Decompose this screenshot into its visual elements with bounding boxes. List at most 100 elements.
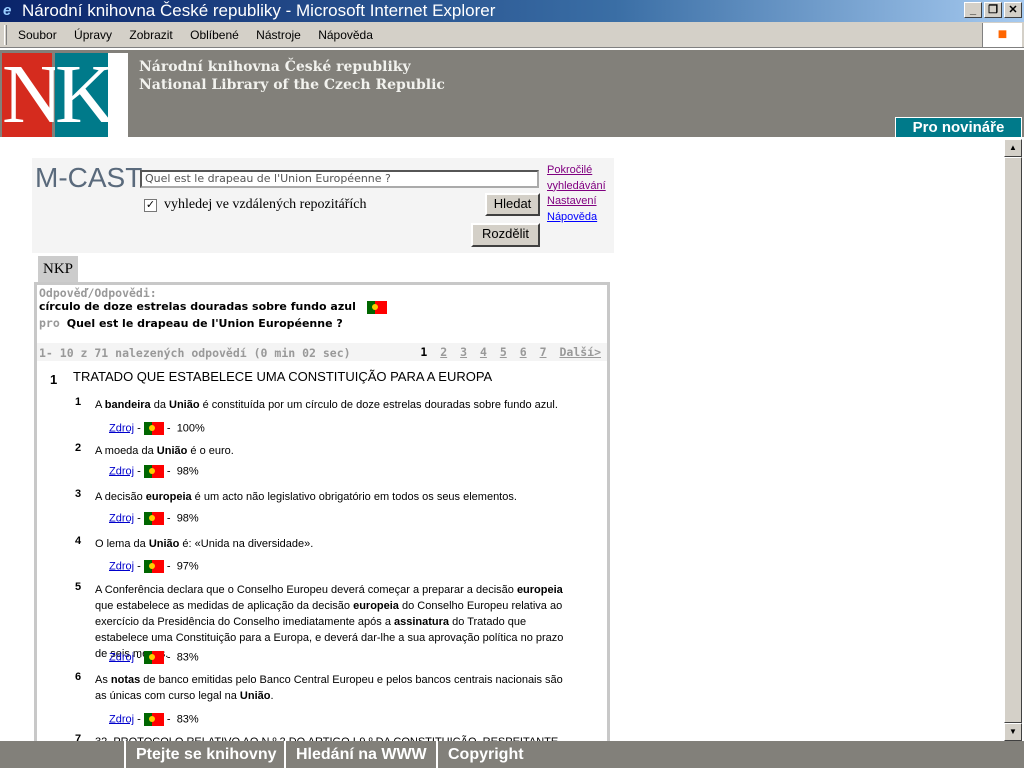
text-segment: A Conferência declara que o Conselho Eur… xyxy=(95,584,517,596)
source-link[interactable]: Zdroj xyxy=(109,465,134,477)
highlighted-term: assinatura xyxy=(394,616,450,628)
portugal-flag-icon xyxy=(143,713,164,726)
menu-nastroje[interactable]: Nástroje xyxy=(256,28,301,42)
text-segment: A moeda da xyxy=(95,445,157,457)
minimize-button[interactable]: _ xyxy=(964,2,982,18)
logo-k[interactable]: K xyxy=(55,53,116,137)
highlighted-term: União xyxy=(169,399,200,411)
source-line: Zdroj - - 83% xyxy=(109,651,199,664)
portugal-flag-icon xyxy=(143,465,164,478)
menu-zobrazit[interactable]: Zobrazit xyxy=(129,28,172,42)
match-score: 83% xyxy=(176,713,199,726)
result-item: 5 A Conferência declara que o Conselho Eu… xyxy=(75,581,565,662)
page-link[interactable]: 4 xyxy=(480,345,487,359)
doc-title: TRATADO QUE ESTABELECE UMA CONSTITUIÇÃO … xyxy=(73,369,493,384)
menu-napoveda[interactable]: Nápověda xyxy=(318,28,373,42)
highlighted-term: União xyxy=(148,538,180,550)
match-score: 98% xyxy=(176,465,199,478)
scroll-thumb[interactable] xyxy=(1004,157,1022,723)
search-button[interactable]: Hledat xyxy=(485,193,540,216)
highlighted-term: europeia xyxy=(145,491,192,503)
menu-upravy[interactable]: Úpravy xyxy=(74,28,112,42)
text-segment: é: «Unida na diversidade». xyxy=(179,538,314,550)
portugal-flag-icon xyxy=(367,300,388,314)
answer-label: Odpověď/Odpovědi: xyxy=(39,286,157,300)
source-link[interactable]: Zdroj xyxy=(109,713,134,725)
item-number: 1 xyxy=(75,396,82,408)
text-segment: As xyxy=(95,674,111,686)
help-link[interactable]: Nápověda xyxy=(547,210,614,226)
highlighted-term: bandeira xyxy=(104,399,151,411)
highlighted-term: União xyxy=(156,445,188,457)
site-header: N K Národní knihovna České republiky Nat… xyxy=(0,50,1024,137)
highlighted-term: União xyxy=(239,690,271,702)
web-search-link[interactable]: Hledání na WWW xyxy=(284,741,437,768)
highlighted-term: europeia xyxy=(516,584,563,596)
windows-logo-icon: ■ xyxy=(982,23,1022,47)
match-score: 97% xyxy=(176,560,199,573)
item-number: 4 xyxy=(75,535,82,547)
text-segment: A xyxy=(95,399,105,411)
result-count: 1- 10 z 71 nalezených odpovědí (0 min 02… xyxy=(39,346,351,360)
question-text: Quel est le drapeau de l'Union Européenn… xyxy=(66,317,343,330)
text-segment: é um acto não legislativo obrigatório em… xyxy=(191,491,517,503)
press-tab[interactable]: Pro novináře xyxy=(895,117,1022,137)
mcast-logo: M-CAST xyxy=(35,162,143,193)
restore-button[interactable]: ❐ xyxy=(984,2,1002,18)
source-line: Zdroj - - 98% xyxy=(109,465,199,478)
footer-bar: Ptejte se knihovny Hledání na WWW Copyri… xyxy=(0,741,1024,768)
logo-n[interactable]: N xyxy=(2,53,63,137)
page-current: 1 xyxy=(420,345,428,359)
result-item: 2 A moeda da União é o euro. xyxy=(75,442,565,459)
text-segment: da xyxy=(150,399,170,411)
search-input[interactable]: Quel est le drapeau de l'Union Européenn… xyxy=(140,170,539,188)
item-number: 3 xyxy=(75,488,82,500)
result-item: 1 A bandeira da União é constituída por u… xyxy=(75,396,565,413)
tab-nkp[interactable]: NKP xyxy=(38,256,78,282)
source-line: Zdroj - - 83% xyxy=(109,713,199,726)
source-link[interactable]: Zdroj xyxy=(109,512,134,524)
pro-label: pro xyxy=(39,316,60,330)
item-number: 6 xyxy=(75,671,82,683)
match-score: 83% xyxy=(176,651,199,664)
highlighted-term: notas xyxy=(110,674,141,686)
ask-library-link[interactable]: Ptejte se knihovny xyxy=(124,741,287,768)
vertical-scrollbar[interactable]: ▲ ▼ xyxy=(1004,139,1022,741)
scroll-down-icon[interactable]: ▼ xyxy=(1004,723,1022,741)
ie-icon: e xyxy=(3,2,12,19)
portugal-flag-icon xyxy=(143,422,164,435)
page-link[interactable]: 5 xyxy=(500,345,507,359)
menu-oblibene[interactable]: Oblíbené xyxy=(190,28,239,42)
item-text: A bandeira da União é constituída por um… xyxy=(95,397,565,413)
search-panel: M-CAST Quel est le drapeau de l'Union Eu… xyxy=(32,158,614,253)
item-text: As notas de banco emitidas pelo Banco Ce… xyxy=(95,672,565,704)
menu-soubor[interactable]: Soubor xyxy=(18,28,57,42)
page-link[interactable]: 3 xyxy=(460,345,467,359)
remote-checkbox[interactable]: ✓ xyxy=(144,199,157,212)
window-title: Národní knihovna České republiky - Micro… xyxy=(22,1,496,20)
settings-link[interactable]: Nastavení xyxy=(547,194,614,210)
advanced-search-link[interactable]: Pokročilé vyhledávání xyxy=(547,163,614,194)
remote-label: vyhledej ve vzdálených repozitářích xyxy=(164,197,367,212)
item-text: A decisão europeia é um acto não legisla… xyxy=(95,489,565,505)
source-link[interactable]: Zdroj xyxy=(109,422,134,434)
item-text: A Conferência declara que o Conselho Eur… xyxy=(95,582,565,662)
page-link[interactable]: 6 xyxy=(520,345,527,359)
page-link[interactable]: 2 xyxy=(440,345,447,359)
text-segment: de banco emitidas pelo Banco Central Eur… xyxy=(95,674,563,702)
text-segment: que estabelece as medidas de aplicação d… xyxy=(95,600,354,612)
text-segment: A decisão xyxy=(95,491,146,503)
close-button[interactable]: ✕ xyxy=(1004,2,1022,18)
split-button[interactable]: Rozdělit xyxy=(471,223,540,247)
toolbar-grip[interactable] xyxy=(4,25,7,45)
item-text: O lema da União é: «Unida na diversidade… xyxy=(95,536,565,552)
source-link[interactable]: Zdroj xyxy=(109,651,134,663)
copyright-link[interactable]: Copyright xyxy=(436,741,534,768)
scroll-up-icon[interactable]: ▲ xyxy=(1004,139,1022,157)
portugal-flag-icon xyxy=(143,651,164,664)
next-page-link[interactable]: Další> xyxy=(559,345,601,359)
match-score: 100% xyxy=(176,422,205,435)
source-link[interactable]: Zdroj xyxy=(109,560,134,572)
portugal-flag-icon xyxy=(143,512,164,525)
page-link[interactable]: 7 xyxy=(540,345,547,359)
